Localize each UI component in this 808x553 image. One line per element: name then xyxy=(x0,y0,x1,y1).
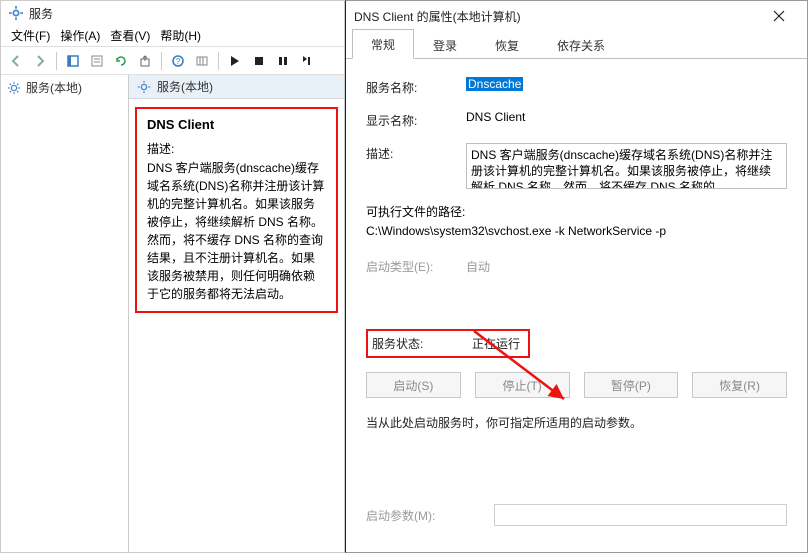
description-textbox[interactable]: DNS 客户端服务(dnscache)缓存域名系统(DNS)名称并注册该计算机的… xyxy=(466,143,787,189)
startup-type-label: 启动类型(E): xyxy=(366,256,466,275)
service-status-highlight: 服务状态: 正在运行 xyxy=(366,329,530,358)
startup-hint: 当从此处启动服务时，你可指定所适用的启动参数。 xyxy=(366,414,787,431)
menu-help[interactable]: 帮助(H) xyxy=(160,27,201,44)
row-display-name: 显示名称: DNS Client xyxy=(366,110,787,129)
close-button[interactable] xyxy=(759,2,799,30)
service-status-label: 服务状态: xyxy=(372,335,472,352)
detail-pane-header: 服务(本地) xyxy=(129,75,344,99)
gear-icon xyxy=(9,6,23,20)
pause-icon[interactable] xyxy=(272,50,294,72)
services-body: 服务(本地) 服务(本地) DNS Client 描述: DNS 客户端服务(d… xyxy=(1,75,344,552)
refresh-icon[interactable] xyxy=(110,50,132,72)
toolbar-separator xyxy=(161,52,162,70)
row-description: 描述: DNS 客户端服务(dnscache)缓存域名系统(DNS)名称并注册该… xyxy=(366,143,787,189)
view-icon[interactable] xyxy=(62,50,84,72)
resume-button[interactable]: 恢复(R) xyxy=(692,372,787,398)
description-label: 描述: xyxy=(366,143,466,162)
properties-body: 服务名称: Dnscache 显示名称: DNS Client 描述: DNS … xyxy=(346,59,807,552)
back-icon[interactable] xyxy=(5,50,27,72)
help-icon[interactable]: ? xyxy=(167,50,189,72)
row-startup-type: 启动类型(E): 自动 xyxy=(366,256,787,277)
toolbar-separator xyxy=(56,52,57,70)
menu-action[interactable]: 操作(A) xyxy=(60,27,100,44)
start-icon[interactable] xyxy=(224,50,246,72)
service-control-buttons: 启动(S) 停止(T) 暂停(P) 恢复(R) xyxy=(366,372,787,398)
properties-titlebar: DNS Client 的属性(本地计算机) xyxy=(346,1,807,31)
stop-icon[interactable] xyxy=(248,50,270,72)
menu-view[interactable]: 查看(V) xyxy=(110,27,150,44)
tabstrip: 常规 登录 恢复 依存关系 xyxy=(346,31,807,59)
row-start-params: 启动参数(M): xyxy=(366,504,787,526)
detail-highlight-box: DNS Client 描述: DNS 客户端服务(dnscache)缓存域名系统… xyxy=(135,107,338,313)
export-icon[interactable] xyxy=(134,50,156,72)
detail-pane: 服务(本地) DNS Client 描述: DNS 客户端服务(dnscache… xyxy=(129,75,344,552)
left-pane-item-local[interactable]: 服务(本地) xyxy=(1,75,128,100)
services-titlebar: 服务 xyxy=(1,1,344,25)
properties-icon[interactable] xyxy=(86,50,108,72)
menu-file[interactable]: 文件(F) xyxy=(11,27,50,44)
display-name-value: DNS Client xyxy=(466,110,787,124)
close-icon xyxy=(773,10,785,22)
detail-desc-label: 描述: xyxy=(147,140,326,157)
forward-icon[interactable] xyxy=(29,50,51,72)
service-name-value[interactable]: Dnscache xyxy=(466,77,523,91)
detail-desc-text: DNS 客户端服务(dnscache)缓存域名系统(DNS)名称并注册该计算机的… xyxy=(147,159,326,303)
row-exe-path: 可执行文件的路径: C:\Windows\system32\svchost.ex… xyxy=(366,203,787,238)
restart-icon[interactable] xyxy=(296,50,318,72)
exe-path-label: 可执行文件的路径: xyxy=(366,203,787,220)
menubar[interactable]: 文件(F) 操作(A) 查看(V) 帮助(H) xyxy=(1,25,344,47)
gear-icon xyxy=(7,81,21,95)
left-pane[interactable]: 服务(本地) xyxy=(1,75,129,552)
tab-general[interactable]: 常规 xyxy=(352,29,414,59)
pause-button[interactable]: 暂停(P) xyxy=(584,372,679,398)
service-name-label: 服务名称: xyxy=(366,77,466,96)
properties-dialog: DNS Client 的属性(本地计算机) 常规 登录 恢复 依存关系 服务名称… xyxy=(345,0,808,553)
row-service-name: 服务名称: Dnscache xyxy=(366,77,787,96)
start-params-label: 启动参数(M): xyxy=(366,507,494,524)
tab-recovery[interactable]: 恢复 xyxy=(476,30,538,59)
display-name-label: 显示名称: xyxy=(366,110,466,129)
svg-text:?: ? xyxy=(176,57,181,66)
startup-type-select[interactable]: 自动 xyxy=(466,256,787,277)
gear-icon xyxy=(137,80,151,94)
detail-header-label: 服务(本地) xyxy=(157,78,213,95)
service-status-value: 正在运行 xyxy=(472,335,520,352)
services-window: 服务 文件(F) 操作(A) 查看(V) 帮助(H) ? 服务(本地) xyxy=(0,0,345,553)
tab-dependencies[interactable]: 依存关系 xyxy=(538,30,624,59)
toolbar: ? xyxy=(1,47,344,75)
properties-title: DNS Client 的属性(本地计算机) xyxy=(354,8,759,25)
tab-logon[interactable]: 登录 xyxy=(414,30,476,59)
start-button[interactable]: 启动(S) xyxy=(366,372,461,398)
left-pane-label: 服务(本地) xyxy=(26,79,82,96)
start-params-input[interactable] xyxy=(494,504,787,526)
exe-path-value: C:\Windows\system32\svchost.exe -k Netwo… xyxy=(366,224,787,238)
toolbar-separator xyxy=(218,52,219,70)
detail-service-title: DNS Client xyxy=(147,117,326,132)
window-title: 服务 xyxy=(29,5,53,22)
columns-icon[interactable] xyxy=(191,50,213,72)
stop-button[interactable]: 停止(T) xyxy=(475,372,570,398)
